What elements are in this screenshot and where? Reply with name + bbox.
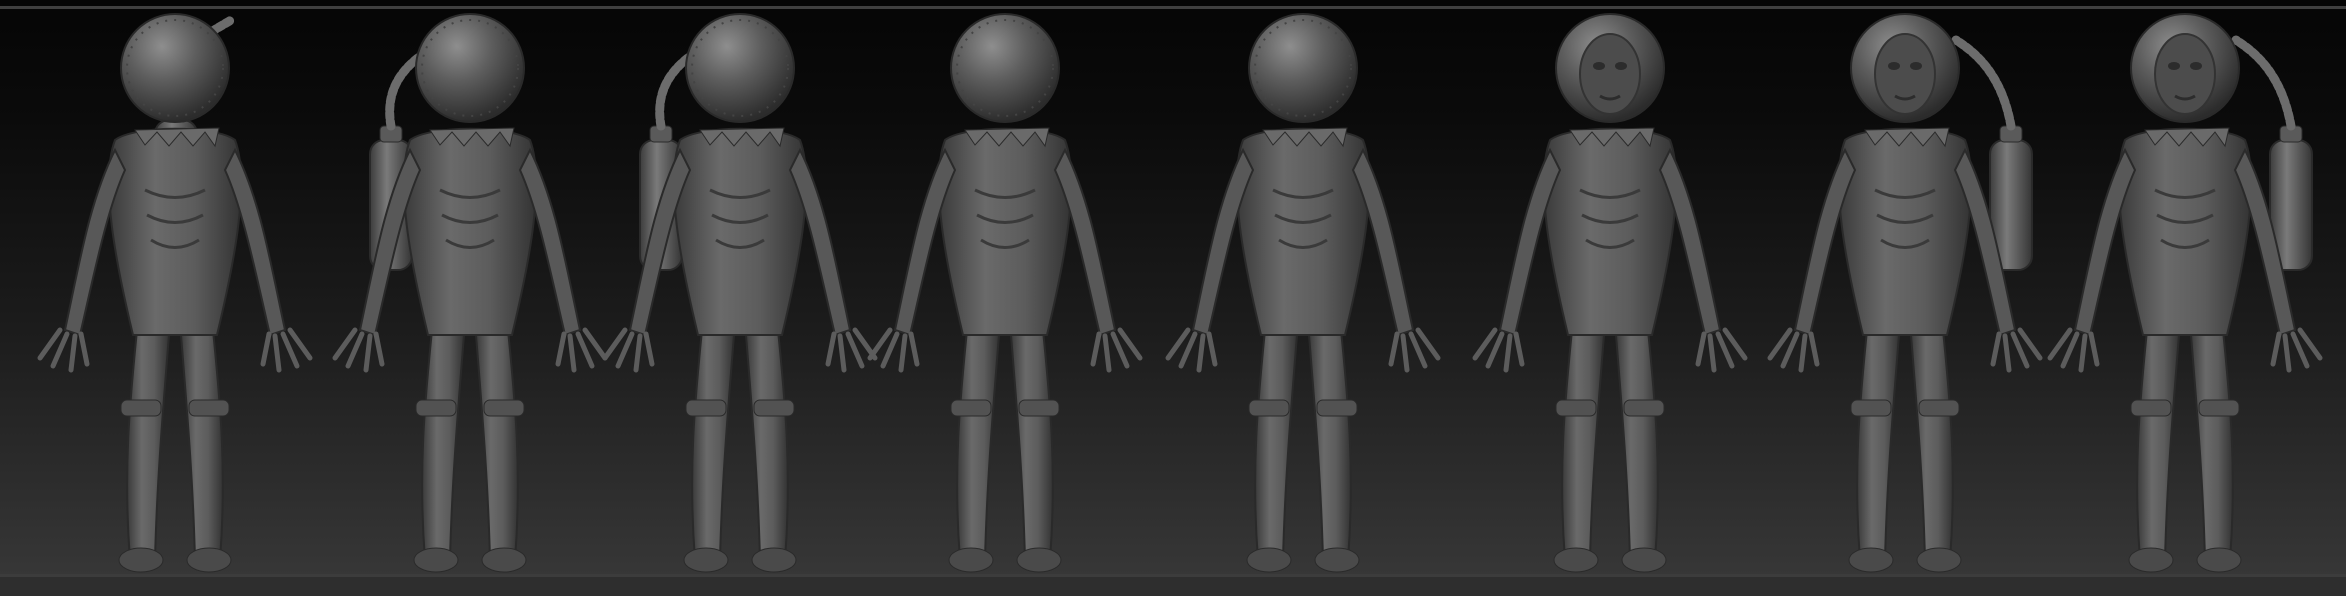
right-leg	[474, 328, 519, 561]
figure-back	[37, 13, 313, 573]
left-boot	[118, 547, 164, 573]
right-knee-band	[188, 399, 230, 417]
left-knee-band	[950, 399, 992, 417]
right-hand	[1388, 327, 1441, 373]
figure-back-three-quarter	[332, 13, 608, 573]
eye-right	[1910, 62, 1922, 70]
torso	[1542, 127, 1678, 336]
right-boot	[1916, 547, 1962, 573]
eye-left	[2168, 62, 2180, 70]
left-knee-band	[120, 399, 162, 417]
torso	[402, 127, 538, 336]
right-leg	[1614, 328, 1659, 561]
air-hose	[2231, 35, 2296, 131]
helmet	[415, 13, 525, 123]
figure-front-three-quarter-left	[867, 13, 1143, 573]
right-hand	[555, 327, 608, 373]
right-knee-band	[1018, 399, 1060, 417]
torso	[1235, 127, 1371, 336]
eye-left	[1593, 62, 1605, 70]
left-leg	[1856, 328, 1901, 561]
right-knee-band	[1623, 399, 1665, 417]
torso	[107, 127, 243, 336]
right-knee-band	[1918, 399, 1960, 417]
torso	[1837, 127, 1973, 336]
right-hand	[1990, 327, 2043, 373]
left-boot	[1848, 547, 1894, 573]
left-leg	[1254, 328, 1299, 561]
left-hand	[1472, 327, 1525, 373]
figure-front-visor	[1165, 13, 1441, 573]
left-boot	[1553, 547, 1599, 573]
right-leg	[1307, 328, 1352, 561]
left-hand	[37, 327, 90, 373]
right-boot	[751, 547, 797, 573]
left-knee-band	[1850, 399, 1892, 417]
right-boot	[2196, 547, 2242, 573]
left-hand	[2047, 327, 2100, 373]
helmet	[120, 13, 230, 123]
alien-face	[2154, 33, 2216, 115]
torso	[937, 127, 1073, 336]
right-hand	[1695, 327, 1748, 373]
eye-left	[1888, 62, 1900, 70]
right-leg	[1009, 328, 1054, 561]
figure-side-left	[602, 13, 878, 573]
right-boot	[1621, 547, 1667, 573]
right-boot	[186, 547, 232, 573]
right-boot	[1016, 547, 1062, 573]
right-hand	[1090, 327, 1143, 373]
air-hose	[1951, 35, 2016, 131]
right-leg	[179, 328, 224, 561]
left-boot	[948, 547, 994, 573]
right-knee-band	[753, 399, 795, 417]
right-hand	[825, 327, 878, 373]
eye-right	[1615, 62, 1627, 70]
right-hand	[260, 327, 313, 373]
figure-front-face	[1472, 13, 1748, 573]
figure-side-right	[2047, 13, 2323, 573]
left-leg	[1561, 328, 1606, 561]
torso	[2117, 127, 2253, 336]
viewport	[0, 0, 2346, 596]
right-knee-band	[2198, 399, 2240, 417]
left-leg	[956, 328, 1001, 561]
left-hand	[1767, 327, 1820, 373]
left-boot	[413, 547, 459, 573]
right-hand	[2270, 327, 2323, 373]
right-knee-band	[483, 399, 525, 417]
right-leg	[744, 328, 789, 561]
figure-front-three-quarter-right	[1767, 13, 2043, 573]
left-knee-band	[2130, 399, 2172, 417]
left-knee-band	[1555, 399, 1597, 417]
left-hand	[1165, 327, 1218, 373]
left-boot	[2128, 547, 2174, 573]
torso	[672, 127, 808, 336]
helmet	[1248, 13, 1358, 123]
right-boot	[481, 547, 527, 573]
left-knee-band	[1248, 399, 1290, 417]
left-hand	[602, 327, 655, 373]
left-boot	[683, 547, 729, 573]
left-knee-band	[685, 399, 727, 417]
left-leg	[126, 328, 171, 561]
helmet	[950, 13, 1060, 123]
alien-face	[1579, 33, 1641, 115]
figure-lineup	[37, 13, 2323, 573]
left-leg	[2136, 328, 2181, 561]
alien-face	[1874, 33, 1936, 115]
left-leg	[421, 328, 466, 561]
left-hand	[332, 327, 385, 373]
right-boot	[1314, 547, 1360, 573]
right-knee-band	[1316, 399, 1358, 417]
status-strip	[0, 577, 2346, 596]
left-leg	[691, 328, 736, 561]
left-boot	[1246, 547, 1292, 573]
left-hand	[867, 327, 920, 373]
helmet	[685, 13, 795, 123]
eye-right	[2190, 62, 2202, 70]
left-knee-band	[415, 399, 457, 417]
right-leg	[1909, 328, 1954, 561]
right-leg	[2189, 328, 2234, 561]
